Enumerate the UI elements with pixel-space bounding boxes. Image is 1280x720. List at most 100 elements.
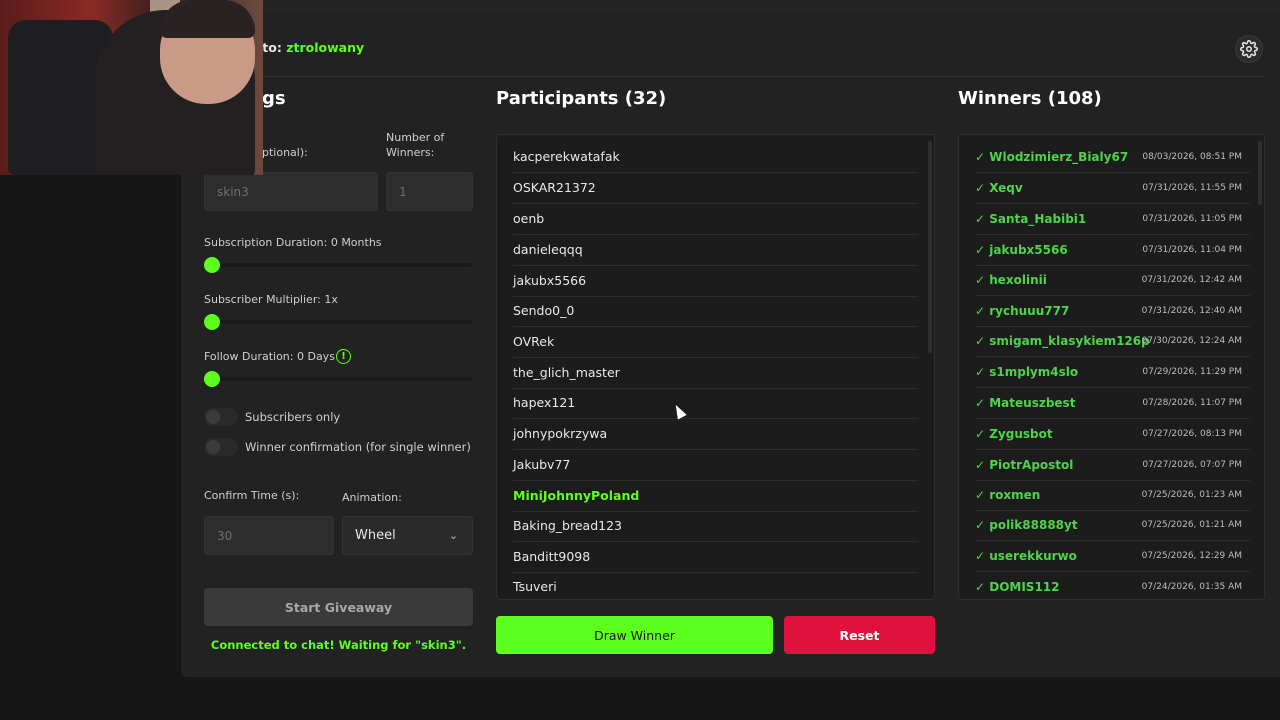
winner-timestamp: 07/31/2026, 12:40 AM <box>1141 306 1242 316</box>
participant-item[interactable]: Tsuveri <box>513 572 918 599</box>
reset-button[interactable]: Reset <box>784 616 935 654</box>
winner-item[interactable]: ✓ PiotrApostol 07/27/2026, 07:07 PM <box>975 450 1250 481</box>
participant-item[interactable]: danieleqqq <box>513 235 918 266</box>
winner-item[interactable]: ✓ Santa_Habibi1 07/31/2026, 11:05 PM <box>975 204 1250 235</box>
winner-name: ✓ userekkurwo <box>975 549 1077 563</box>
winners-title: Winners (108) <box>958 88 1102 109</box>
participant-item-highlighted[interactable]: MiniJohnnyPoland <box>513 481 918 512</box>
winner-timestamp: 07/25/2026, 01:21 AM <box>1141 520 1242 530</box>
number-of-winners-label: Number of Winners: <box>386 131 445 159</box>
participant-item[interactable]: oenb <box>513 204 918 235</box>
subscriber-multiplier-slider[interactable] <box>204 314 472 330</box>
winner-timestamp: 07/31/2026, 11:05 PM <box>1142 214 1242 224</box>
winner-item[interactable]: ✓ s1mplym4slo 07/29/2026, 11:29 PM <box>975 357 1250 388</box>
gear-icon <box>1240 40 1258 58</box>
winner-name: ✓ roxmen <box>975 488 1041 502</box>
winner-name: ✓ polik88888yt <box>975 518 1078 532</box>
winner-item[interactable]: ✓ Xeqv 07/31/2026, 11:55 PM <box>975 173 1250 204</box>
subscription-duration-slider[interactable] <box>204 257 472 273</box>
toggle-knob <box>206 440 220 454</box>
info-icon[interactable]: ! <box>336 349 351 364</box>
subscriber-multiplier-label: Subscriber Multiplier: 1x <box>204 293 338 306</box>
participant-item[interactable]: hapex121 <box>513 388 918 419</box>
winner-timestamp: 07/25/2026, 12:29 AM <box>1141 551 1242 561</box>
winner-item[interactable]: ✓ polik88888yt 07/25/2026, 01:21 AM <box>975 510 1250 541</box>
keyword-input[interactable]: skin3 <box>204 172 378 211</box>
slider-thumb[interactable] <box>204 371 220 387</box>
winner-confirmation-toggle[interactable] <box>204 438 238 456</box>
winner-name: ✓ jakubx5566 <box>975 243 1068 257</box>
connection-status-header: d to: ztrolowany <box>249 40 364 55</box>
winner-timestamp: 07/29/2026, 11:29 PM <box>1142 367 1242 377</box>
participants-scrollbar[interactable] <box>928 141 932 353</box>
winner-item[interactable]: ✓ rychuuu777 07/31/2026, 12:40 AM <box>975 296 1250 327</box>
participant-item[interactable]: jakubx5566 <box>513 266 918 297</box>
participants-list[interactable]: kacperekwatafak OSKAR21372 oenb danieleq… <box>496 134 935 600</box>
subscribers-only-label: Subscribers only <box>245 410 341 424</box>
winner-name: ✓ hexolinii <box>975 273 1047 287</box>
settings-button[interactable] <box>1235 35 1263 63</box>
participant-item[interactable]: johnypokrzywa <box>513 419 918 450</box>
winner-timestamp: 07/31/2026, 12:42 AM <box>1141 275 1242 285</box>
slider-thumb[interactable] <box>204 257 220 273</box>
chevron-down-icon: ⌄ <box>448 529 458 542</box>
winner-name: ✓ Xeqv <box>975 181 1023 195</box>
participant-item[interactable]: Jakubv77 <box>513 450 918 481</box>
winner-timestamp: 07/28/2026, 11:07 PM <box>1142 398 1242 408</box>
winner-item[interactable]: ✓ Zygusbot 07/27/2026, 08:13 PM <box>975 419 1250 450</box>
winner-timestamp: 07/27/2026, 08:13 PM <box>1142 429 1242 439</box>
winner-name: ✓ Zygusbot <box>975 427 1053 441</box>
winner-item[interactable]: ✓ roxmen 07/25/2026, 01:23 AM <box>975 480 1250 511</box>
winners-scrollbar[interactable] <box>1258 141 1262 205</box>
winner-item[interactable]: ✓ Mateuszbest 07/28/2026, 11:07 PM <box>975 388 1250 419</box>
winner-confirmation-label: Winner confirmation (for single winner) <box>245 440 471 454</box>
participant-item[interactable]: OVRek <box>513 327 918 358</box>
participant-item[interactable]: OSKAR21372 <box>513 173 918 204</box>
participant-item[interactable]: Banditt9098 <box>513 542 918 573</box>
slider-thumb[interactable] <box>204 314 220 330</box>
winner-item[interactable]: ✓ jakubx5566 07/31/2026, 11:04 PM <box>975 235 1250 266</box>
participant-item[interactable]: Baking_bread123 <box>513 511 918 542</box>
toggle-knob <box>206 410 220 424</box>
participant-item[interactable]: Sendo0_0 <box>513 296 918 327</box>
number-of-winners-input[interactable]: 1 <box>386 172 473 211</box>
subscribers-only-toggle[interactable] <box>204 408 238 426</box>
keyword-label: ptional): <box>262 146 308 159</box>
winner-item[interactable]: ✓ Wlodzimierz_Bialy67 08/03/2026, 08:51 P… <box>975 142 1250 173</box>
winner-item[interactable]: ✓ hexolinii 07/31/2026, 12:42 AM <box>975 265 1250 296</box>
confirm-time-input[interactable]: 30 <box>204 516 334 555</box>
participant-item[interactable]: the_glich_master <box>513 358 918 389</box>
winner-name: ✓ s1mplym4slo <box>975 365 1079 379</box>
start-giveaway-button[interactable]: Start Giveaway <box>204 588 473 626</box>
winner-timestamp: 07/31/2026, 11:55 PM <box>1142 183 1242 193</box>
winner-timestamp: 07/31/2026, 11:04 PM <box>1142 245 1242 255</box>
winner-name: ✓ PiotrApostol <box>975 458 1074 472</box>
settings-title: gs <box>262 88 286 109</box>
animation-label: Animation: <box>342 491 402 504</box>
winner-name: ✓ Mateuszbest <box>975 396 1076 410</box>
winners-list[interactable]: ✓ Wlodzimierz_Bialy67 08/03/2026, 08:51 P… <box>958 134 1265 600</box>
participants-title: Participants (32) <box>496 88 667 109</box>
winner-name: ✓ Wlodzimierz_Bialy67 <box>975 150 1129 164</box>
draw-winner-button[interactable]: Draw Winner <box>496 616 773 654</box>
winner-name: ✓ DOMIS112 <box>975 580 1060 594</box>
header-divider <box>244 76 1264 77</box>
confirm-time-label: Confirm Time (s): <box>204 489 300 502</box>
winner-name: ✓ Santa_Habibi1 <box>975 212 1087 226</box>
subscription-duration-label: Subscription Duration: 0 Months <box>204 236 382 249</box>
winner-timestamp: 07/25/2026, 01:23 AM <box>1141 490 1242 500</box>
animation-value: Wheel <box>355 528 396 543</box>
winner-name: ✓ rychuuu777 <box>975 304 1070 318</box>
winner-timestamp: 07/30/2026, 12:24 AM <box>1141 336 1242 346</box>
animation-select[interactable]: Wheel ⌄ <box>342 516 473 555</box>
winner-item[interactable]: ✓ DOMIS112 07/24/2026, 01:35 AM <box>975 572 1250 599</box>
participant-item[interactable]: kacperekwatafak <box>513 142 918 173</box>
chat-status-text: Connected to chat! Waiting for "skin3". <box>210 638 467 652</box>
connected-channel: ztrolowany <box>286 40 365 55</box>
follow-duration-slider[interactable] <box>204 371 472 387</box>
winner-timestamp: 07/27/2026, 07:07 PM <box>1142 460 1242 470</box>
winner-name: ✓ smigam_klasykiem126p <box>975 334 1150 348</box>
winner-item[interactable]: ✓ smigam_klasykiem126p 07/30/2026, 12:24 … <box>975 326 1250 357</box>
follow-duration-label: Follow Duration: 0 Days <box>204 350 335 363</box>
winner-item[interactable]: ✓ userekkurwo 07/25/2026, 12:29 AM <box>975 541 1250 572</box>
